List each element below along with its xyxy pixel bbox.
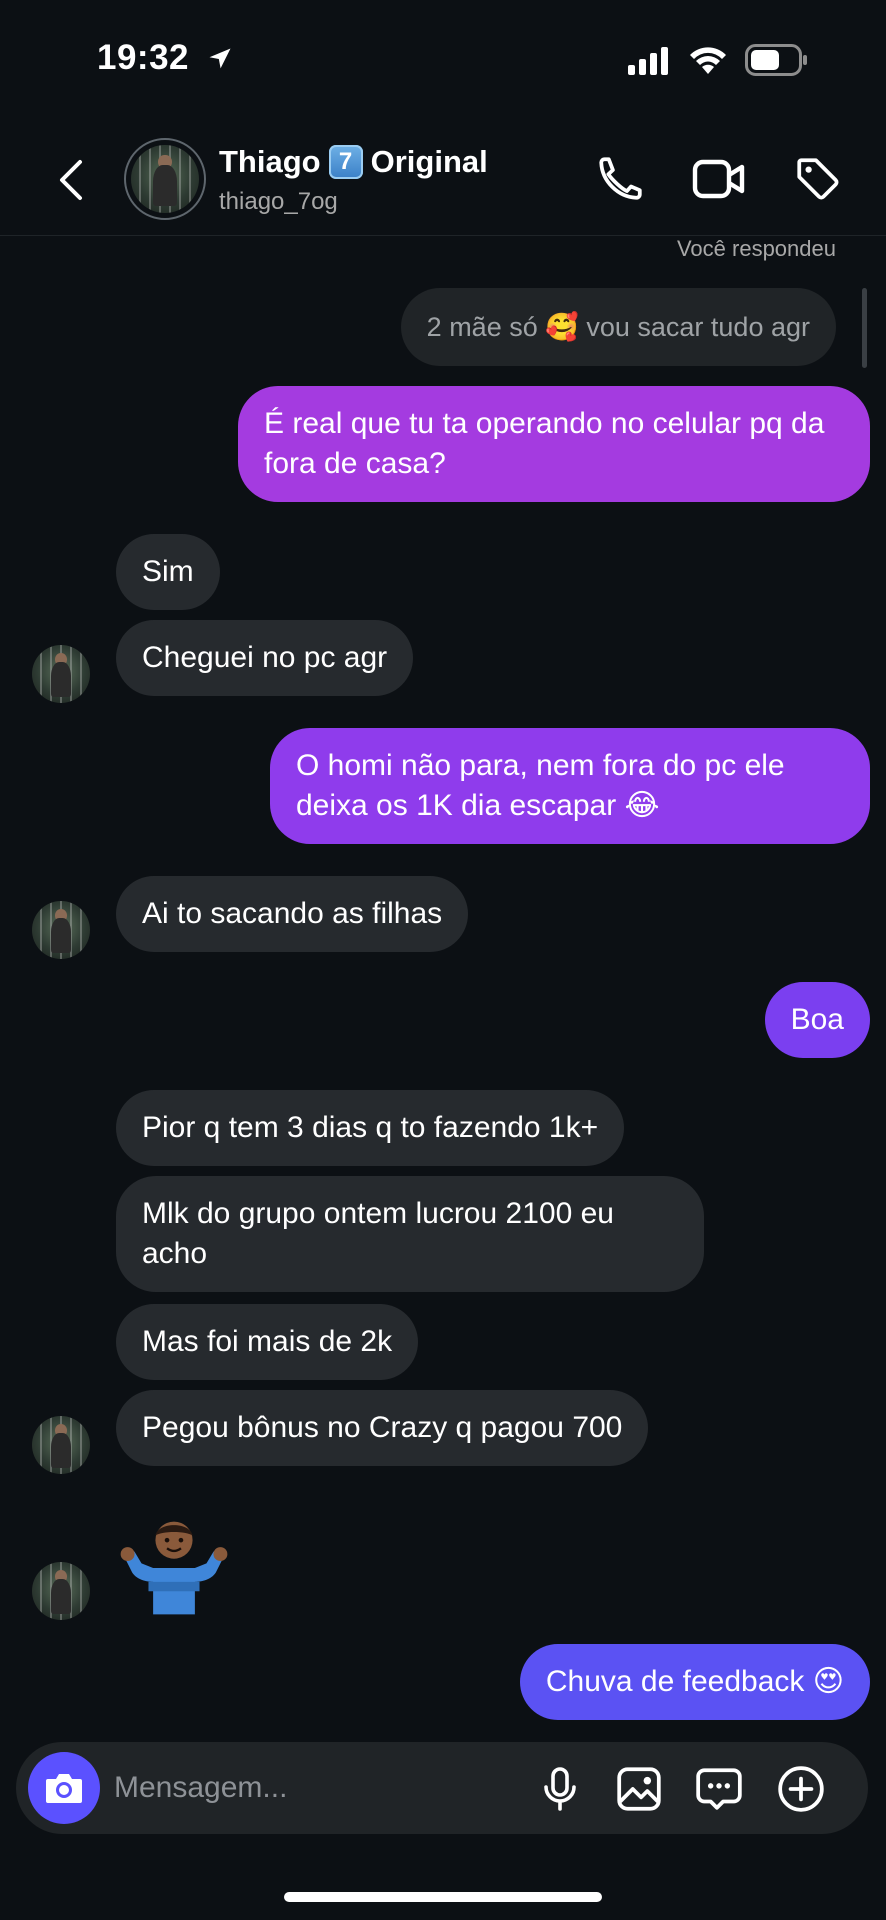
message-bubble-outgoing[interactable]: Chuva de feedback 😍	[519, 1644, 870, 1720]
plus-icon[interactable]	[776, 1764, 826, 1814]
message-bubble-incoming[interactable]: Sim	[116, 534, 220, 610]
status-bar: 19:32	[0, 0, 886, 120]
message-bubble-incoming[interactable]: Pior q tem 3 dias q to fazendo 1k+	[116, 1090, 625, 1166]
message-bubble-incoming[interactable]: Mlk do grupo ontem lucrou 2100 eu acho	[116, 1176, 704, 1292]
message-bubble-outgoing[interactable]: Boa	[764, 982, 870, 1058]
sender-avatar[interactable]	[32, 1416, 90, 1474]
contact-name-row[interactable]: Thiago 7 Original	[219, 144, 488, 180]
contact-name: Thiago	[219, 144, 321, 179]
battery-icon	[745, 44, 807, 76]
message-bubble-outgoing[interactable]: É real que tu ta operando no celular pq …	[238, 386, 870, 502]
signal-icon	[628, 47, 668, 75]
wifi-icon	[690, 47, 726, 74]
message-bubble-outgoing[interactable]: O homi não para, nem fora do pc ele deix…	[270, 728, 870, 844]
message-bubble-incoming[interactable]: Pegou bônus no Crazy q pagou 700	[116, 1390, 649, 1466]
status-time: 19:32	[97, 38, 190, 77]
location-arrow-icon	[209, 48, 231, 69]
sender-avatar[interactable]	[32, 901, 90, 959]
mic-icon[interactable]	[536, 1764, 584, 1814]
message-bubble-incoming[interactable]: Ai to sacando as filhas	[116, 876, 469, 952]
video-icon[interactable]	[692, 156, 746, 202]
sticker-icon[interactable]	[694, 1764, 744, 1814]
contact-username: thiago_7og	[219, 188, 338, 215]
sender-avatar[interactable]	[32, 645, 90, 703]
camera-icon	[46, 1774, 82, 1803]
shrug-emoji-message[interactable]	[116, 1510, 232, 1626]
back-icon[interactable]	[52, 156, 92, 204]
sender-avatar[interactable]	[32, 1562, 90, 1620]
reply-label: Você respondeu	[676, 236, 836, 261]
keycap-badge: 7	[328, 145, 363, 179]
call-icon[interactable]	[595, 154, 645, 204]
home-indicator[interactable]	[284, 1892, 602, 1902]
contact-name-suffix: Original	[370, 144, 488, 179]
message-bubble-incoming[interactable]: Cheguei no pc agr	[116, 620, 414, 696]
contact-avatar[interactable]	[124, 138, 206, 220]
replied-message-quote[interactable]: 2 mãe só 🥰 vou sacar tudo agr	[400, 288, 836, 366]
message-composer	[16, 1742, 868, 1834]
message-bubble-incoming[interactable]: Mas foi mais de 2k	[116, 1304, 419, 1380]
scroll-indicator[interactable]	[862, 288, 867, 368]
message-input[interactable]	[114, 1764, 514, 1812]
avatar-image	[131, 145, 199, 213]
camera-button[interactable]	[28, 1752, 100, 1824]
gallery-icon[interactable]	[614, 1764, 664, 1814]
tag-icon[interactable]	[793, 154, 843, 204]
chat-header: Thiago 7 Original thiago_7og	[0, 120, 886, 236]
